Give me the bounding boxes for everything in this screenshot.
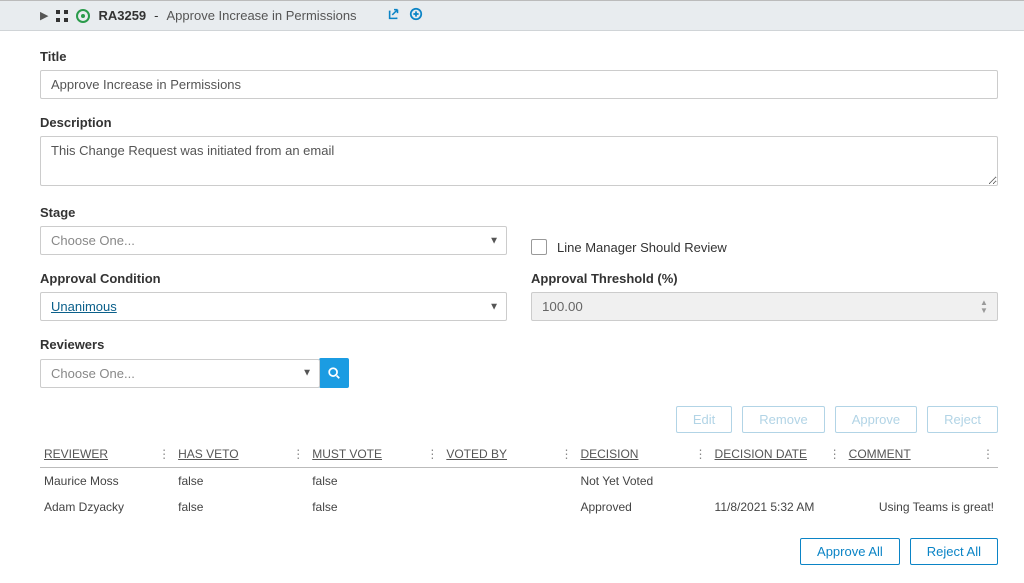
line-manager-checkbox[interactable] — [531, 239, 547, 255]
table-row[interactable]: Maurice Moss false false Not Yet Voted — [40, 468, 998, 495]
table-row[interactable]: Adam Dzyacky false false Approved 11/8/2… — [40, 494, 998, 520]
record-header: ▶ RA3259 - Approve Increase in Permissio… — [0, 1, 1024, 31]
reviewers-label: Reviewers — [40, 337, 998, 352]
col-reviewer[interactable]: REVIEWER⋮ — [40, 441, 174, 468]
col-must-vote[interactable]: MUST VOTE⋮ — [308, 441, 442, 468]
reject-all-button[interactable]: Reject All — [910, 538, 998, 565]
column-menu-icon[interactable]: ⋮ — [158, 447, 170, 461]
reviewer-search-button[interactable] — [319, 358, 349, 388]
col-comment[interactable]: COMMENT⋮ — [845, 441, 998, 468]
column-menu-icon[interactable]: ⋮ — [695, 447, 707, 461]
col-has-veto[interactable]: HAS VETO⋮ — [174, 441, 308, 468]
column-menu-icon[interactable]: ⋮ — [426, 447, 438, 461]
add-icon[interactable] — [409, 7, 423, 24]
number-stepper[interactable]: ▲▼ — [980, 295, 994, 318]
qr-icon[interactable] — [56, 10, 68, 22]
reviewers-table: REVIEWER⋮ HAS VETO⋮ MUST VOTE⋮ VOTED BY⋮… — [40, 441, 998, 520]
remove-button[interactable]: Remove — [742, 406, 824, 433]
target-icon — [76, 9, 90, 23]
approval-condition-select[interactable]: Unanimous ▼ — [40, 292, 507, 321]
col-decision-date[interactable]: DECISION DATE⋮ — [711, 441, 845, 468]
edit-button[interactable]: Edit — [676, 406, 732, 433]
stage-label: Stage — [40, 205, 507, 220]
description-label: Description — [40, 115, 998, 130]
approval-threshold-input[interactable] — [531, 292, 998, 321]
approval-condition-label: Approval Condition — [40, 271, 507, 286]
column-menu-icon[interactable]: ⋮ — [560, 447, 572, 461]
title-input[interactable] — [40, 70, 998, 99]
stage-select[interactable]: Choose One... ▼ — [40, 226, 507, 255]
column-menu-icon[interactable]: ⋮ — [829, 447, 841, 461]
share-icon[interactable] — [387, 7, 401, 24]
col-decision[interactable]: DECISION⋮ — [576, 441, 710, 468]
col-voted-by[interactable]: VOTED BY⋮ — [442, 441, 576, 468]
description-input[interactable]: This Change Request was initiated from a… — [40, 136, 998, 186]
column-menu-icon[interactable]: ⋮ — [982, 447, 994, 461]
line-manager-label: Line Manager Should Review — [557, 240, 727, 255]
record-id: RA3259 — [98, 8, 146, 23]
column-menu-icon[interactable]: ⋮ — [292, 447, 304, 461]
approval-threshold-label: Approval Threshold (%) — [531, 271, 998, 286]
reject-button[interactable]: Reject — [927, 406, 998, 433]
record-title: Approve Increase in Permissions — [167, 8, 357, 23]
approve-button[interactable]: Approve — [835, 406, 917, 433]
reviewers-select[interactable]: Choose One... ▼ — [40, 359, 320, 388]
collapse-caret-icon[interactable]: ▶ — [40, 9, 48, 22]
approve-all-button[interactable]: Approve All — [800, 538, 900, 565]
title-label: Title — [40, 49, 998, 64]
